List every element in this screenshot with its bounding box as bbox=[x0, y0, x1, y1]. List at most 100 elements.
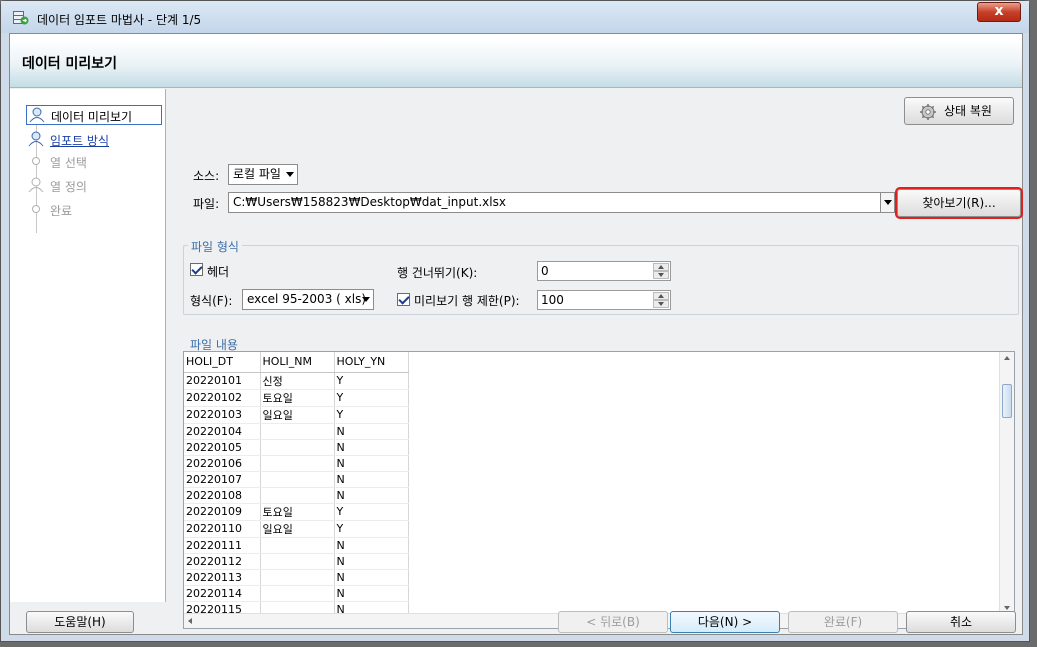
preview-limit-label: 미리보기 행 제한(P): bbox=[414, 294, 520, 308]
chevron-down-icon bbox=[884, 200, 892, 205]
table-cell: 토요일 bbox=[260, 389, 335, 407]
step-label: 임포트 방식 bbox=[50, 134, 110, 148]
database-import-icon bbox=[13, 11, 29, 25]
table-row[interactable]: 20220102 토요일 Y bbox=[184, 389, 409, 407]
help-label: 도움말(H) bbox=[54, 615, 106, 629]
scroll-thumb[interactable] bbox=[1002, 384, 1012, 418]
spin-up-icon[interactable] bbox=[653, 263, 669, 271]
spin-down-icon[interactable] bbox=[653, 300, 669, 308]
table-cell: 20220114 bbox=[184, 585, 261, 602]
skip-rows-label: 행 건너뛰기(K): bbox=[397, 266, 478, 280]
table-cell: 20220113 bbox=[184, 569, 261, 586]
skip-rows-value: 0 bbox=[541, 264, 549, 278]
table-cell: Y bbox=[334, 372, 409, 390]
scroll-left-icon[interactable] bbox=[188, 618, 192, 624]
table-cell: 20220112 bbox=[184, 553, 261, 570]
table-cell: Y bbox=[334, 389, 409, 407]
spin-down-icon[interactable] bbox=[653, 271, 669, 279]
table-cell: Y bbox=[334, 406, 409, 424]
back-button[interactable]: < 뒤로(B) bbox=[558, 611, 668, 633]
next-button[interactable]: 다음(N) > bbox=[670, 611, 780, 633]
step-label: 완료 bbox=[50, 204, 73, 218]
vertical-scrollbar[interactable] bbox=[999, 352, 1014, 614]
table-row[interactable]: 20220112 N bbox=[184, 553, 409, 570]
step-label: 열 선택 bbox=[50, 156, 87, 170]
help-button[interactable]: 도움말(H) bbox=[26, 611, 134, 633]
scroll-up-icon[interactable] bbox=[1004, 356, 1010, 360]
restore-state-button[interactable]: 상태 복원 bbox=[904, 97, 1014, 125]
scroll-down-icon[interactable] bbox=[1004, 606, 1010, 610]
browse-label: 찾아보기(R)... bbox=[922, 196, 996, 210]
table-row[interactable]: 20220108 N bbox=[184, 487, 409, 504]
header-checkbox-label: 헤더 bbox=[207, 265, 230, 279]
finish-label: 완료(F) bbox=[823, 615, 863, 629]
file-path-value: C:₩Users₩158823₩Desktop₩dat_input.xlsx bbox=[233, 195, 506, 209]
table-cell bbox=[260, 553, 335, 570]
close-button[interactable]: x bbox=[977, 2, 1021, 22]
table-cell: N bbox=[334, 455, 409, 472]
table-cell: N bbox=[334, 423, 409, 440]
step-data-preview[interactable]: 데이터 미리보기 bbox=[26, 105, 162, 125]
wizard-header: 데이터 미리보기 bbox=[10, 34, 1022, 88]
preview-limit-spinner[interactable]: 100 bbox=[537, 290, 671, 310]
column-header[interactable]: HOLY_YN bbox=[334, 352, 409, 373]
step-label: 열 정의 bbox=[50, 180, 87, 194]
table-row[interactable]: 20220114 N bbox=[184, 585, 409, 602]
table-row[interactable]: 20220101 신정 Y bbox=[184, 372, 409, 390]
table-cell: 20220101 bbox=[184, 372, 261, 390]
spin-up-icon[interactable] bbox=[653, 292, 669, 300]
table-cell: N bbox=[334, 471, 409, 488]
back-label: < 뒤로(B) bbox=[586, 615, 640, 629]
preview-table: HOLI_DT HOLI_NM HOLY_YN 20220101 신정 Y 20220… bbox=[184, 352, 409, 618]
browse-button[interactable]: 찾아보기(R)... bbox=[895, 187, 1023, 219]
header-checkbox[interactable] bbox=[190, 263, 203, 276]
gear-icon bbox=[920, 104, 936, 120]
table-cell: 20220102 bbox=[184, 389, 261, 407]
table-cell: 토요일 bbox=[260, 503, 335, 521]
table-row[interactable]: 20220106 N bbox=[184, 455, 409, 472]
file-contents-grid[interactable]: HOLI_DT HOLI_NM HOLY_YN 20220101 신정 Y 20220… bbox=[183, 351, 1015, 629]
table-row[interactable]: 20220105 N bbox=[184, 439, 409, 456]
step-person-icon bbox=[28, 177, 44, 193]
column-header[interactable]: HOLI_DT bbox=[184, 352, 261, 373]
table-cell: 20220108 bbox=[184, 487, 261, 504]
preview-limit-value: 100 bbox=[541, 293, 564, 307]
table-cell bbox=[260, 423, 335, 440]
table-cell: 20220111 bbox=[184, 537, 261, 554]
table-cell: Y bbox=[334, 503, 409, 521]
step-import-method[interactable]: 임포트 방식 bbox=[26, 130, 162, 150]
table-row[interactable]: 20220113 N bbox=[184, 569, 409, 586]
cancel-label: 취소 bbox=[949, 615, 973, 629]
table-cell: 일요일 bbox=[260, 520, 335, 538]
wizard-window: 데이터 임포트 마법사 - 단계 1/5 x 데이터 미리보기 데이터 미리보기… bbox=[0, 0, 1030, 642]
cancel-button[interactable]: 취소 bbox=[906, 611, 1016, 633]
table-cell bbox=[260, 569, 335, 586]
column-header[interactable]: HOLI_NM bbox=[260, 352, 335, 373]
finish-button[interactable]: 완료(F) bbox=[788, 611, 898, 633]
table-row[interactable]: 20220107 N bbox=[184, 471, 409, 488]
preview-limit-checkbox[interactable] bbox=[397, 293, 410, 306]
format-label: 형식(F): bbox=[190, 294, 233, 308]
table-row[interactable]: 20220103 일요일 Y bbox=[184, 406, 409, 424]
table-cell: 20220103 bbox=[184, 406, 261, 424]
table-cell: 20220109 bbox=[184, 503, 261, 521]
chevron-down-icon bbox=[362, 297, 370, 302]
table-cell bbox=[260, 537, 335, 554]
format-select[interactable]: excel 95-2003 ( xls) bbox=[242, 289, 374, 310]
file-path-combobox[interactable]: C:₩Users₩158823₩Desktop₩dat_input.xlsx bbox=[228, 192, 895, 213]
skip-rows-spinner[interactable]: 0 bbox=[537, 261, 671, 281]
table-cell: N bbox=[334, 553, 409, 570]
table-cell: N bbox=[334, 537, 409, 554]
main-panel: 상태 복원 소스: 로컬 파일 파일: C:₩Users₩158823₩Desk… bbox=[167, 89, 1024, 629]
table-cell: N bbox=[334, 585, 409, 602]
table-row[interactable]: 20220104 N bbox=[184, 423, 409, 440]
file-format-group: 파일 형식 헤더 형식(F): excel 95-2003 ( xls) 행 건… bbox=[183, 238, 1019, 315]
table-cell: 20220105 bbox=[184, 439, 261, 456]
file-label: 파일: bbox=[193, 197, 220, 211]
source-select[interactable]: 로컬 파일 bbox=[228, 164, 298, 185]
table-row[interactable]: 20220110 일요일 Y bbox=[184, 520, 409, 538]
preview-table-body: 20220101 신정 Y 20220102 토요일 Y 20220103 일요일 Y 20220… bbox=[184, 372, 409, 618]
table-row[interactable]: 20220109 토요일 Y bbox=[184, 503, 409, 521]
table-row[interactable]: 20220111 N bbox=[184, 537, 409, 554]
file-format-title: 파일 형식 bbox=[188, 238, 242, 255]
